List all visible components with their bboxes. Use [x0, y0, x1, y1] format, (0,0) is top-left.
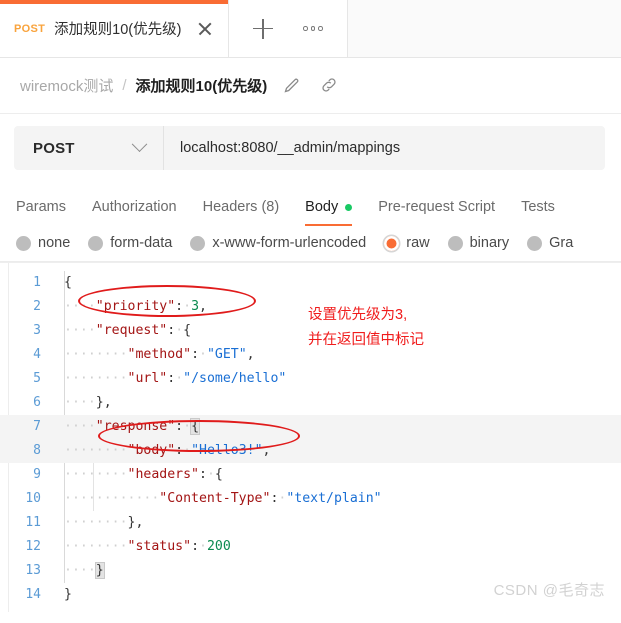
code-text: ····"response":·{ — [64, 418, 201, 435]
body-type-urlencoded-label: x-www-form-urlencoded — [212, 235, 367, 251]
link-icon[interactable] — [319, 75, 341, 97]
line-number: 2 — [33, 299, 41, 314]
line-number: 12 — [25, 539, 41, 554]
tab-tests[interactable]: Tests — [521, 199, 555, 226]
request-tab-active[interactable]: POST 添加规则10(优先级) — [0, 0, 230, 57]
pencil-icon[interactable] — [282, 75, 304, 97]
line-number: 14 — [25, 587, 41, 602]
raw-body-editor[interactable]: 1{2 ····"priority":·3, 3 ····"request":·{4 ·… — [0, 262, 621, 612]
line-number: 8 — [33, 443, 41, 458]
body-type-none-label: none — [38, 235, 71, 251]
line-number: 10 — [25, 491, 41, 506]
body-type-binary[interactable]: binary — [447, 235, 510, 251]
radio-icon-graphql — [527, 235, 543, 251]
code-text: ····}, — [64, 395, 112, 410]
tab-pre-request-script-label: Pre-request Script — [378, 199, 496, 215]
code-line: 5 ········"url":·"/some/hello" — [0, 367, 621, 391]
code-text: { — [64, 275, 72, 290]
code-text: ········"status":·200 — [64, 539, 231, 554]
request-tab-method: POST — [14, 22, 46, 35]
ellipsis-icon[interactable] — [303, 26, 323, 31]
body-type-form-data-label: form-data — [110, 235, 173, 251]
body-type-binary-label: binary — [469, 235, 510, 251]
close-icon[interactable] — [196, 20, 214, 38]
radio-icon-form-data — [88, 235, 104, 251]
line-number: 6 — [33, 395, 41, 410]
code-text: ········}, — [64, 515, 144, 530]
tab-strip: POST 添加规则10(优先级) — [0, 0, 621, 58]
code-line: 8 ········"body":·"Hello3!", — [0, 439, 621, 463]
code-text: ····"request":·{ — [64, 323, 192, 338]
breadcrumb: wiremock测试 / 添加规则10(优先级) — [0, 58, 621, 114]
chevron-down-icon — [131, 135, 148, 152]
url-input[interactable]: localhost:8080/__admin/mappings — [164, 126, 605, 170]
line-number: 5 — [33, 371, 41, 386]
tab-body[interactable]: Body — [305, 199, 353, 226]
request-tab-title: 添加规则10(优先级) — [54, 22, 182, 38]
tab-body-label: Body — [305, 199, 339, 215]
tab-headers[interactable]: Headers (8) — [203, 199, 280, 226]
url-bar-wrapper: POST localhost:8080/__admin/mappings — [0, 114, 621, 182]
body-type-form-data[interactable]: form-data — [88, 235, 172, 251]
http-method-label: POST — [33, 139, 75, 157]
radio-icon-none — [16, 235, 31, 251]
code-text: ········"headers":·{ — [64, 467, 223, 482]
code-line: 9 ········"headers":·{ — [0, 463, 621, 487]
tab-tests-label: Tests — [521, 199, 555, 215]
code-text: ············"Content-Type":·"text/plain" — [64, 491, 382, 506]
radio-icon-raw — [384, 235, 400, 251]
code-text: ········"body":·"Hello3!", — [64, 443, 271, 458]
tab-authorization[interactable]: Authorization — [92, 199, 177, 226]
code-text: ········"method":·"GET", — [64, 347, 255, 362]
code-line: 10 ············"Content-Type":·"text/plai… — [0, 487, 621, 511]
page-title: 添加规则10(优先级) — [135, 78, 268, 95]
tab-strip-actions — [229, 0, 348, 57]
radio-icon-binary — [447, 235, 463, 251]
body-type-raw[interactable]: raw — [384, 235, 430, 251]
code-line: 6 ····}, — [0, 391, 621, 415]
code-text: ····"priority":·3, — [64, 299, 207, 314]
line-number: 7 — [33, 419, 41, 434]
line-number: 3 — [33, 323, 41, 338]
line-number: 13 — [25, 563, 41, 578]
code-line: 12 ········"status":·200 — [0, 535, 621, 559]
annotation-text-line1: 设置优先级为3, — [308, 307, 408, 323]
body-type-graphql[interactable]: Gra — [527, 235, 573, 251]
watermark: CSDN @毛奇志 — [493, 582, 605, 599]
tab-strip-filler — [347, 0, 621, 57]
code-line: 1{ — [0, 271, 621, 295]
code-line: 7 ····"response":·{ — [0, 415, 621, 439]
code-text: ········"url":·"/some/hello" — [64, 371, 287, 386]
body-type-raw-label: raw — [406, 235, 430, 251]
body-type-graphql-label: Gra — [549, 235, 574, 251]
line-number: 4 — [33, 347, 41, 362]
line-number: 11 — [25, 515, 41, 530]
http-method-select[interactable]: POST — [14, 126, 164, 170]
body-type-urlencoded[interactable]: x-www-form-urlencoded — [190, 235, 366, 251]
tab-params[interactable]: Params — [16, 199, 66, 226]
line-number: 9 — [33, 467, 41, 482]
annotation-text-line2: 并在返回值中标记 — [308, 332, 424, 348]
breadcrumb-separator: / — [122, 77, 127, 94]
line-number: 1 — [33, 275, 41, 290]
tab-headers-label: Headers (8) — [202, 199, 280, 215]
radio-icon-urlencoded — [190, 235, 206, 251]
code-line: 11 ········}, — [0, 511, 621, 535]
tab-params-label: Params — [16, 199, 66, 215]
url-bar: POST localhost:8080/__admin/mappings — [14, 126, 605, 170]
tab-authorization-label: Authorization — [91, 199, 177, 215]
plus-icon[interactable] — [253, 18, 274, 39]
body-type-none[interactable]: none — [16, 235, 70, 251]
breadcrumb-parent[interactable]: wiremock测试 — [20, 75, 113, 96]
code-text: ····} — [64, 562, 105, 579]
code-text: } — [64, 587, 72, 602]
tab-pre-request-script[interactable]: Pre-request Script — [378, 199, 495, 226]
body-type-options: none form-data x-www-form-urlencoded raw… — [0, 226, 621, 262]
body-modified-dot-icon — [345, 203, 353, 211]
request-section-tabs: Params Authorization Headers (8) Body Pr… — [0, 182, 621, 226]
